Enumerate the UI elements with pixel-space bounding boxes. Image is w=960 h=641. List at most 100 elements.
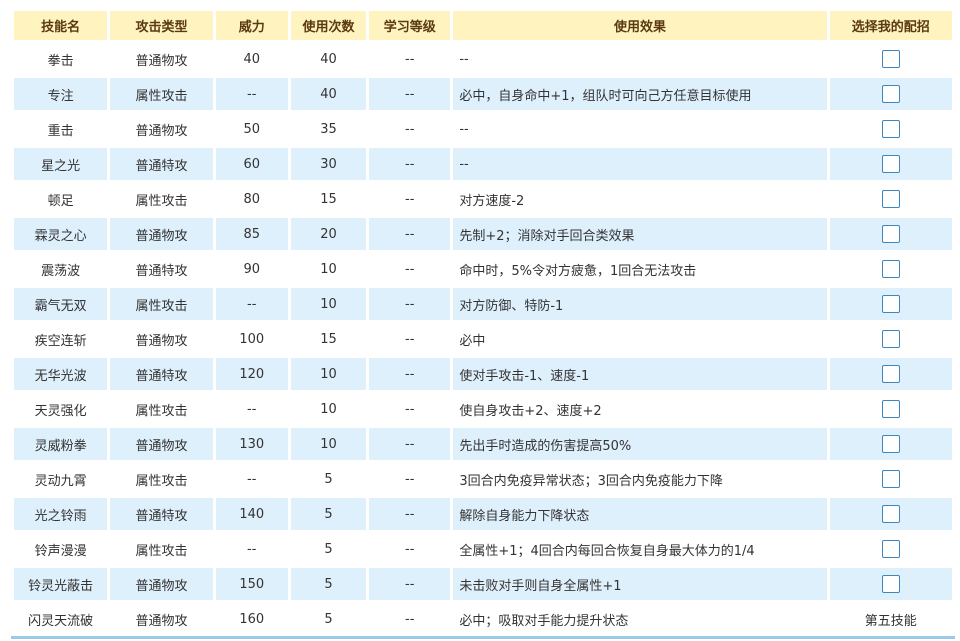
select-checkbox[interactable] xyxy=(881,155,900,173)
skill-type: 普通特攻 xyxy=(110,148,213,180)
skill-type: 普通物攻 xyxy=(110,218,213,250)
select-cell xyxy=(829,43,952,75)
header-select: 选择我的配招 xyxy=(829,11,952,40)
skill-effect: -- xyxy=(453,113,827,145)
select-checkbox[interactable] xyxy=(881,85,900,103)
select-checkbox[interactable] xyxy=(881,365,900,383)
select-cell xyxy=(829,253,952,285)
skill-table: 技能名 攻击类型 威力 使用次数 学习等级 使用效果 选择我的配招 拳击 普通物… xyxy=(11,8,955,638)
select-checkbox[interactable] xyxy=(881,575,900,593)
skill-uses: 20 xyxy=(290,218,367,250)
skill-level: -- xyxy=(369,43,451,75)
skill-effect: 全属性+1；4回合内每回合恢复自身最大体力的1/4 xyxy=(453,533,827,565)
skill-uses: 15 xyxy=(290,183,367,215)
skill-power: -- xyxy=(215,463,288,495)
skill-uses: 5 xyxy=(290,533,367,565)
skill-power: 130 xyxy=(215,428,288,460)
skill-effect: 未击败对手则自身全属性+1 xyxy=(453,568,827,600)
select-checkbox[interactable] xyxy=(881,295,900,313)
select-checkbox[interactable] xyxy=(881,505,900,523)
table-row: 闪灵天流破 普通物攻 160 5 -- 必中；吸取对手能力提升状态 第五技能 xyxy=(14,603,952,635)
select-cell xyxy=(829,183,952,215)
skill-name: 专注 xyxy=(14,78,108,110)
skill-name: 拳击 xyxy=(14,43,108,75)
select-checkbox[interactable] xyxy=(881,50,900,68)
table-row: 无华光波 普通特攻 120 10 -- 使对手攻击-1、速度-1 xyxy=(14,358,952,390)
skill-uses: 10 xyxy=(290,288,367,320)
header-uses: 使用次数 xyxy=(290,11,367,40)
skill-power: 140 xyxy=(215,498,288,530)
skill-type: 普通物攻 xyxy=(110,603,213,635)
skill-level: -- xyxy=(369,463,451,495)
table-bottom-border xyxy=(11,636,955,639)
skill-name: 霖灵之心 xyxy=(14,218,108,250)
skill-level: -- xyxy=(369,568,451,600)
select-checkbox[interactable] xyxy=(881,540,900,558)
table-row: 天灵强化 属性攻击 -- 10 -- 使自身攻击+2、速度+2 xyxy=(14,393,952,425)
skill-power: 50 xyxy=(215,113,288,145)
table-row: 顿足 属性攻击 80 15 -- 对方速度-2 xyxy=(14,183,952,215)
skill-uses: 5 xyxy=(290,463,367,495)
skill-level: -- xyxy=(369,288,451,320)
select-checkbox[interactable] xyxy=(881,260,900,278)
skill-effect: 必中；吸取对手能力提升状态 xyxy=(453,603,827,635)
skill-effect: 解除自身能力下降状态 xyxy=(453,498,827,530)
select-checkbox[interactable] xyxy=(881,330,900,348)
skill-name: 震荡波 xyxy=(14,253,108,285)
select-cell xyxy=(829,428,952,460)
select-checkbox[interactable] xyxy=(881,470,900,488)
select-cell xyxy=(829,288,952,320)
header-skill-name: 技能名 xyxy=(14,11,108,40)
skill-type: 属性攻击 xyxy=(110,183,213,215)
skill-name: 重击 xyxy=(14,113,108,145)
skill-name: 顿足 xyxy=(14,183,108,215)
skill-level: -- xyxy=(369,218,451,250)
table-row: 星之光 普通特攻 60 30 -- -- xyxy=(14,148,952,180)
table-row: 灵威粉拳 普通物攻 130 10 -- 先出手时造成的伤害提高50% xyxy=(14,428,952,460)
skill-effect: 3回合内免疫异常状态；3回合内免疫能力下降 xyxy=(453,463,827,495)
skill-uses: 40 xyxy=(290,43,367,75)
table-row: 重击 普通物攻 50 35 -- -- xyxy=(14,113,952,145)
select-checkbox[interactable] xyxy=(881,225,900,243)
header-power: 威力 xyxy=(215,11,288,40)
skill-uses: 5 xyxy=(290,498,367,530)
select-checkbox[interactable] xyxy=(881,435,900,453)
skill-uses: 10 xyxy=(290,428,367,460)
skill-type: 普通物攻 xyxy=(110,428,213,460)
skill-name: 光之铃雨 xyxy=(14,498,108,530)
skill-effect: 使自身攻击+2、速度+2 xyxy=(453,393,827,425)
skill-level: -- xyxy=(369,428,451,460)
skill-name: 闪灵天流破 xyxy=(14,603,108,635)
skill-effect: 先出手时造成的伤害提高50% xyxy=(453,428,827,460)
skill-type: 属性攻击 xyxy=(110,288,213,320)
skill-level: -- xyxy=(369,498,451,530)
skill-effect: 先制+2；消除对手回合类效果 xyxy=(453,218,827,250)
header-attack-type: 攻击类型 xyxy=(110,11,213,40)
skill-type: 普通特攻 xyxy=(110,253,213,285)
select-cell xyxy=(829,568,952,600)
skill-effect: 必中，自身命中+1，组队时可向己方任意目标使用 xyxy=(453,78,827,110)
select-cell xyxy=(829,498,952,530)
table-header-row: 技能名 攻击类型 威力 使用次数 学习等级 使用效果 选择我的配招 xyxy=(14,11,952,40)
skill-uses: 30 xyxy=(290,148,367,180)
skill-level: -- xyxy=(369,113,451,145)
skill-power: 85 xyxy=(215,218,288,250)
header-learn-level: 学习等级 xyxy=(369,11,451,40)
select-cell xyxy=(829,463,952,495)
select-checkbox[interactable] xyxy=(881,400,900,418)
skill-power: 60 xyxy=(215,148,288,180)
select-cell xyxy=(829,218,952,250)
table-row: 专注 属性攻击 -- 40 -- 必中，自身命中+1，组队时可向己方任意目标使用 xyxy=(14,78,952,110)
skill-level: -- xyxy=(369,253,451,285)
select-cell xyxy=(829,323,952,355)
fifth-skill-label: 第五技能 xyxy=(829,603,952,635)
select-checkbox[interactable] xyxy=(881,120,900,138)
skill-power: 100 xyxy=(215,323,288,355)
skill-effect: 使对手攻击-1、速度-1 xyxy=(453,358,827,390)
skill-type: 属性攻击 xyxy=(110,393,213,425)
select-checkbox[interactable] xyxy=(881,190,900,208)
table-row: 铃灵光蔽击 普通物攻 150 5 -- 未击败对手则自身全属性+1 xyxy=(14,568,952,600)
skill-power: -- xyxy=(215,533,288,565)
skill-uses: 35 xyxy=(290,113,367,145)
skill-power: -- xyxy=(215,288,288,320)
